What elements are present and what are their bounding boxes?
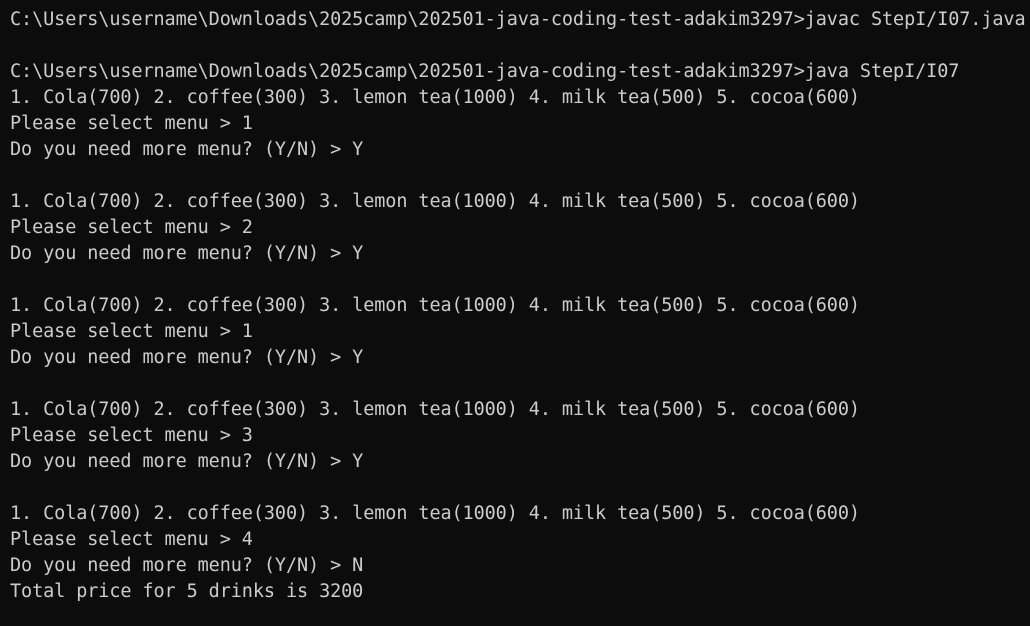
terminal-line-more-prompt: Do you need more menu? (Y/N) > Y bbox=[10, 139, 364, 160]
terminal-line-more-prompt: Do you need more menu? (Y/N) > Y bbox=[10, 451, 364, 472]
terminal-line-select-prompt: Please select menu > 1 bbox=[10, 321, 253, 342]
terminal-line-run-command: C:\Users\username\Downloads\2025camp\202… bbox=[10, 61, 960, 82]
terminal-line-more-prompt: Do you need more menu? (Y/N) > Y bbox=[10, 243, 364, 264]
terminal-window[interactable]: C:\Users\username\Downloads\2025camp\202… bbox=[0, 0, 1030, 626]
terminal-line-menu: 1. Cola(700) 2. coffee(300) 3. lemon tea… bbox=[10, 503, 860, 524]
terminal-line-menu: 1. Cola(700) 2. coffee(300) 3. lemon tea… bbox=[10, 295, 860, 316]
terminal-line-select-prompt: Please select menu > 4 bbox=[10, 529, 253, 550]
terminal-line-menu: 1. Cola(700) 2. coffee(300) 3. lemon tea… bbox=[10, 87, 860, 108]
terminal-line-select-prompt: Please select menu > 2 bbox=[10, 217, 253, 238]
terminal-line-more-prompt: Do you need more menu? (Y/N) > N bbox=[10, 555, 364, 576]
terminal-line-compile-command: C:\Users\username\Downloads\2025camp\202… bbox=[10, 9, 1026, 30]
terminal-line-select-prompt: Please select menu > 3 bbox=[10, 425, 253, 446]
terminal-line-select-prompt: Please select menu > 1 bbox=[10, 113, 253, 134]
terminal-line-total-price: Total price for 5 drinks is 3200 bbox=[10, 581, 364, 602]
terminal-line-more-prompt: Do you need more menu? (Y/N) > Y bbox=[10, 347, 364, 368]
terminal-line-menu: 1. Cola(700) 2. coffee(300) 3. lemon tea… bbox=[10, 191, 860, 212]
terminal-line-menu: 1. Cola(700) 2. coffee(300) 3. lemon tea… bbox=[10, 399, 860, 420]
